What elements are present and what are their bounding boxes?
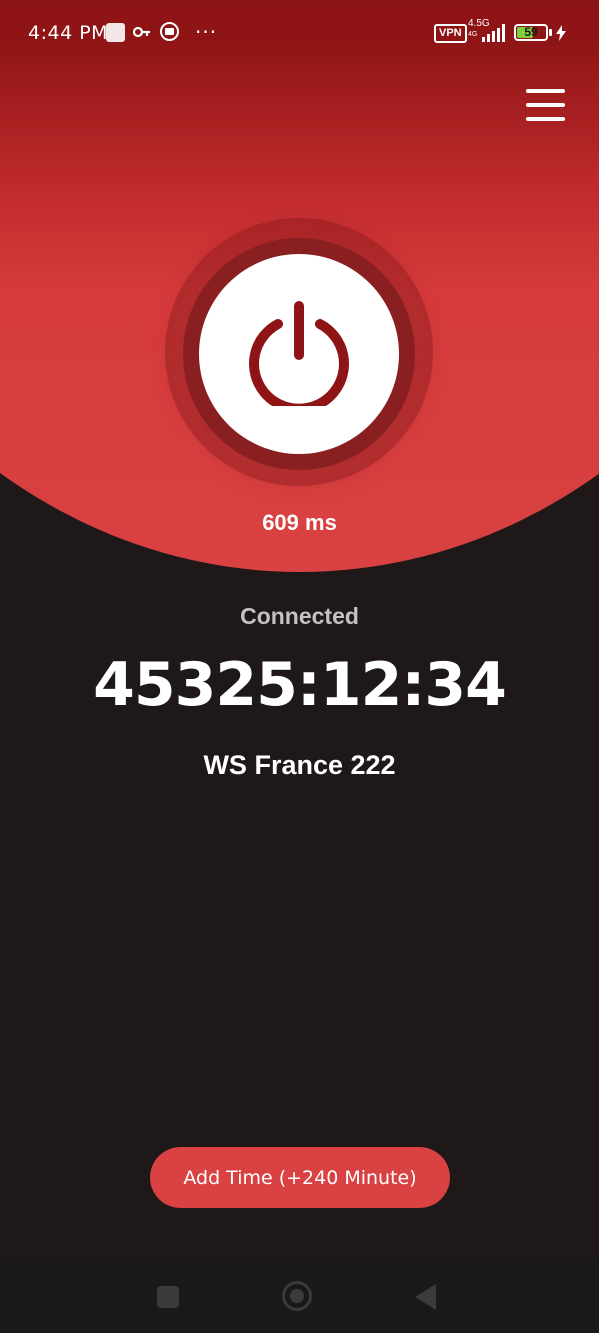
power-icon: [246, 300, 352, 414]
battery-level: 59: [524, 25, 538, 39]
menu-line: [526, 103, 565, 107]
notification-square-icon: [106, 23, 125, 42]
record-icon: [160, 22, 179, 41]
power-button[interactable]: [199, 254, 399, 454]
menu-line: [526, 117, 565, 121]
status-time: 4:44 PM: [28, 22, 109, 44]
key-icon: [132, 24, 151, 43]
connection-status: Connected: [240, 603, 359, 629]
back-icon[interactable]: [415, 1284, 437, 1314]
more-icon: ···: [195, 20, 218, 44]
menu-line: [526, 89, 565, 93]
recent-apps-icon[interactable]: [157, 1286, 179, 1308]
status-bar: 4:44 PM ··· VPN 4.5G 4G 59: [0, 0, 599, 66]
battery-icon: 59: [514, 24, 548, 41]
signal-icon: [482, 24, 508, 46]
app-screen: 4:44 PM ··· VPN 4.5G 4G 59 609 ms Connec…: [0, 0, 599, 1333]
connection-timer: 45325:12:34: [93, 650, 507, 720]
network-sub-label: 4G: [468, 31, 478, 38]
vpn-badge: VPN: [434, 24, 467, 43]
battery-nub: [549, 29, 552, 36]
navigation-bar: [0, 1262, 599, 1333]
server-name: WS France 222: [203, 750, 396, 780]
add-time-button[interactable]: Add Time (+240 Minute): [150, 1147, 450, 1208]
home-icon[interactable]: [282, 1281, 312, 1311]
charging-icon: [556, 25, 566, 45]
latency-value: 609 ms: [262, 510, 337, 535]
hamburger-menu-icon[interactable]: [522, 86, 568, 126]
